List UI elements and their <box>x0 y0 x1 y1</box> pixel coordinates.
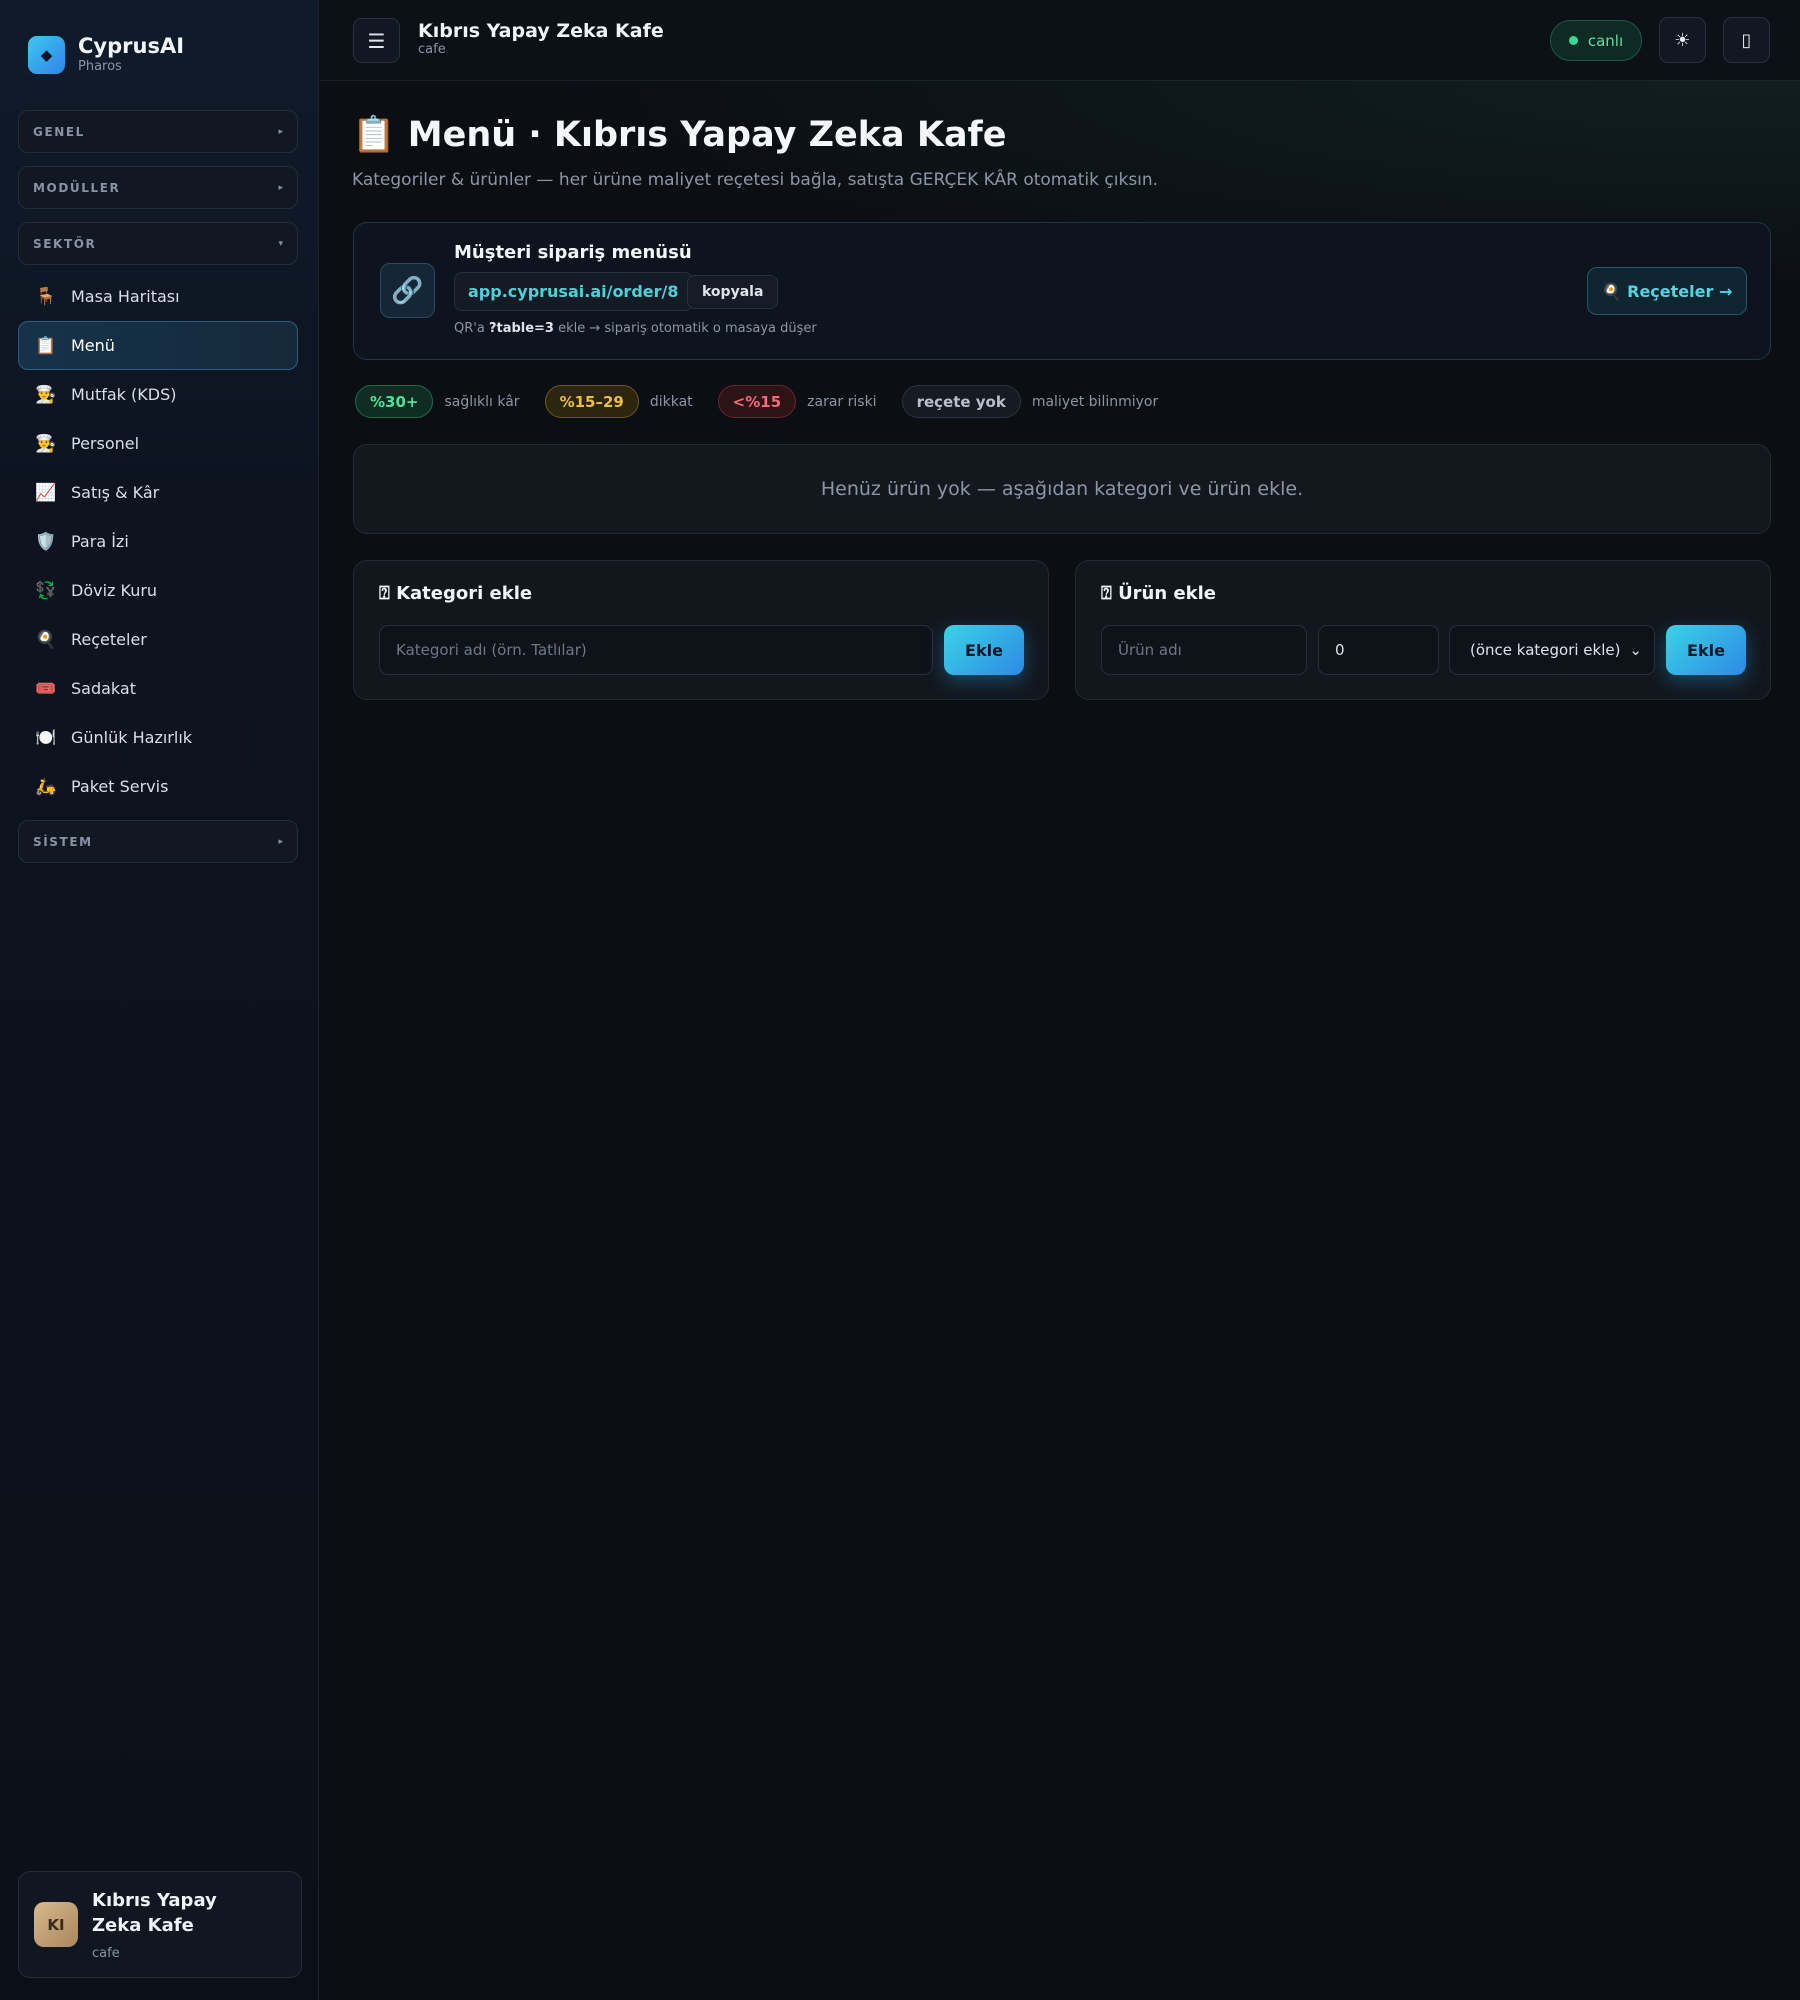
sidebar-item-receteler[interactable]: 🍳 Reçeteler <box>18 615 298 664</box>
sidebar-item-satis-kar[interactable]: 📈 Satış & Kâr <box>18 468 298 517</box>
sidebar-item-mutfak[interactable]: 👨‍🍳 Mutfak (KDS) <box>18 370 298 419</box>
topbar: ☰ Kıbrıs Yapay Zeka Kafe cafe canlı ☀ ▯ <box>320 0 1800 81</box>
sidebar-item-label: Para İzi <box>71 532 129 551</box>
category-select-value: (önce kategori ekle) <box>1470 641 1621 659</box>
topbar-title: Kıbrıs Yapay Zeka Kafe <box>418 20 664 42</box>
currency-exchange-icon: 💱 <box>35 580 57 601</box>
chevron-down-icon: ⌄ <box>1629 641 1642 659</box>
order-url-link[interactable]: app.cyprusai.ai/order/8 <box>454 272 693 311</box>
nav-group-genel[interactable]: GENEL ▸ <box>18 110 298 153</box>
order-card-title: Müşteri sipariş menüsü <box>454 242 692 263</box>
cooking-icon: 🍳 <box>35 629 57 650</box>
nav-group-sektor[interactable]: SEKTÖR ▾ <box>18 222 298 265</box>
sidebar-item-label: Personel <box>71 434 140 453</box>
brand-name: CyprusAI <box>78 34 185 58</box>
qr-hint-param: ?table=3 <box>488 321 554 336</box>
business-profile-card[interactable]: KI Kıbrıs Yapay Zeka Kafe cafe <box>18 1871 302 1978</box>
sidebar-item-personel[interactable]: 👨‍🍳 Personel <box>18 419 298 468</box>
live-status-badge: canlı <box>1550 20 1642 61</box>
chair-icon: 🪑 <box>35 286 57 307</box>
profit-legend: %30+ sağlıklı kâr %15–29 dikkat <%15 zar… <box>355 385 1183 418</box>
add-category-panel: ⍰ Kategori ekle Kategori adı (örn. Tatlı… <box>353 560 1049 700</box>
product-price-input[interactable]: 0 <box>1318 625 1439 675</box>
legend-chip-risk: <%15 <box>717 385 797 418</box>
sidebar-item-masa-haritasi[interactable]: 🪑 Masa Haritası <box>18 272 298 321</box>
page-subtitle: Kategoriler & ürünler — her ürüne maliye… <box>352 170 1159 190</box>
sidebar-item-paket-servis[interactable]: 🛵 Paket Servis <box>18 762 298 811</box>
caret-right-icon: ▸ <box>278 126 283 137</box>
sector-nav: 🪑 Masa Haritası 📋 Menü 👨‍🍳 Mutfak (KDS) … <box>18 272 298 811</box>
sidebar-item-label: Sadakat <box>71 679 136 698</box>
nav-group-moduller[interactable]: MODÜLLER ▸ <box>18 166 298 209</box>
sidebar-item-gunluk-hazirlik[interactable]: 🍽️ Günlük Hazırlık <box>18 713 298 762</box>
sidebar-item-sadakat[interactable]: 🎟️ Sadakat <box>18 664 298 713</box>
caret-right-icon: ▸ <box>278 836 283 847</box>
sidebar-item-label: Menü <box>71 336 115 355</box>
sidebar-item-menu[interactable]: 📋 Menü <box>18 321 298 370</box>
topbar-subtitle: cafe <box>418 42 446 57</box>
customer-order-menu-card: 🔗 Müşteri sipariş menüsü app.cyprusai.ai… <box>353 222 1771 360</box>
sidebar-item-label: Paket Servis <box>71 777 169 796</box>
qr-hint-suffix: ekle → sipariş otomatik o masaya düşer <box>553 321 817 336</box>
product-name-input[interactable]: Ürün adı <box>1101 625 1307 675</box>
nav-group-label: SİSTEM <box>33 834 93 849</box>
shield-icon: 🛡️ <box>35 531 57 552</box>
page-title: 📋 Menü · Kıbrıs Yapay Zeka Kafe <box>352 115 1007 155</box>
chef-icon: 👨‍🍳 <box>35 433 57 454</box>
legend-text: maliyet bilinmiyor <box>1031 393 1159 410</box>
ticket-icon: 🎟️ <box>35 678 57 699</box>
add-category-title: ⍰ Kategori ekle <box>379 583 533 604</box>
brand-logo-icon: ◆ <box>28 36 65 74</box>
chef-icon: 👨‍🍳 <box>35 384 57 405</box>
profile-name: Kıbrıs Yapay Zeka Kafe <box>92 1890 217 1936</box>
chart-up-icon: 📈 <box>35 482 57 503</box>
sidebar-item-para-izi[interactable]: 🛡️ Para İzi <box>18 517 298 566</box>
nav-group-label: GENEL <box>33 124 85 139</box>
hamburger-menu-icon[interactable]: ☰ <box>353 18 400 63</box>
add-category-button[interactable]: Ekle <box>944 625 1024 675</box>
qr-hint-prefix: QR'a <box>454 321 489 336</box>
add-product-panel: ⍰ Ürün ekle Ürün adı 0 (önce kategori ek… <box>1075 560 1771 700</box>
nav-group-label: MODÜLLER <box>33 180 121 195</box>
add-product-title: ⍰ Ürün ekle <box>1101 583 1217 604</box>
nav-group-label: SEKTÖR <box>33 236 97 251</box>
device-icon[interactable]: ▯ <box>1723 17 1770 63</box>
nav-group-sistem[interactable]: SİSTEM ▸ <box>18 820 298 863</box>
sidebar-item-label: Günlük Hazırlık <box>71 728 193 747</box>
caret-right-icon: ▸ <box>278 182 283 193</box>
theme-toggle-sun-icon[interactable]: ☀ <box>1659 17 1706 63</box>
sidebar-item-label: Satış & Kâr <box>71 483 160 502</box>
sidebar-item-doviz-kuru[interactable]: 💱 Döviz Kuru <box>18 566 298 615</box>
legend-text: zarar riski <box>807 393 877 410</box>
category-name-input[interactable]: Kategori adı (örn. Tatlılar) <box>379 625 933 675</box>
brand-subtitle: Pharos <box>78 59 122 74</box>
legend-text: dikkat <box>649 393 693 410</box>
empty-state: Henüz ürün yok — aşağıdan kategori ve ür… <box>353 444 1771 534</box>
sidebar: ◆ CyprusAI Pharos GENEL ▸ MODÜLLER ▸ SEK… <box>0 0 319 2000</box>
plate-icon: 🍽️ <box>35 727 57 748</box>
sidebar-item-label: Mutfak (KDS) <box>71 385 177 404</box>
link-icon: 🔗 <box>380 263 435 318</box>
caret-down-icon: ▾ <box>278 238 283 249</box>
live-status-label: canlı <box>1587 31 1624 50</box>
status-dot-icon <box>1568 36 1578 45</box>
scooter-icon: 🛵 <box>35 776 57 797</box>
legend-chip-no-recipe: reçete yok <box>901 385 1021 418</box>
sidebar-item-label: Döviz Kuru <box>71 581 158 600</box>
qr-hint: QR'a ?table=3 ekle → sipariş otomatik o … <box>454 321 817 336</box>
sidebar-item-label: Masa Haritası <box>71 287 180 306</box>
clipboard-icon: 📋 <box>35 335 57 356</box>
profile-type: cafe <box>92 1946 120 1961</box>
legend-chip-healthy: %30+ <box>355 385 434 418</box>
category-select[interactable]: (önce kategori ekle) ⌄ <box>1449 625 1655 675</box>
recipes-button[interactable]: 🍳 Reçeteler → <box>1587 267 1747 315</box>
avatar: KI <box>34 1902 78 1947</box>
brand[interactable]: ◆ CyprusAI Pharos <box>28 34 184 76</box>
sidebar-item-label: Reçeteler <box>71 630 147 649</box>
legend-text: sağlıklı kâr <box>444 393 520 410</box>
copy-button[interactable]: kopyala <box>687 275 779 309</box>
add-product-button[interactable]: Ekle <box>1666 625 1746 675</box>
legend-chip-warning: %15–29 <box>544 385 639 418</box>
